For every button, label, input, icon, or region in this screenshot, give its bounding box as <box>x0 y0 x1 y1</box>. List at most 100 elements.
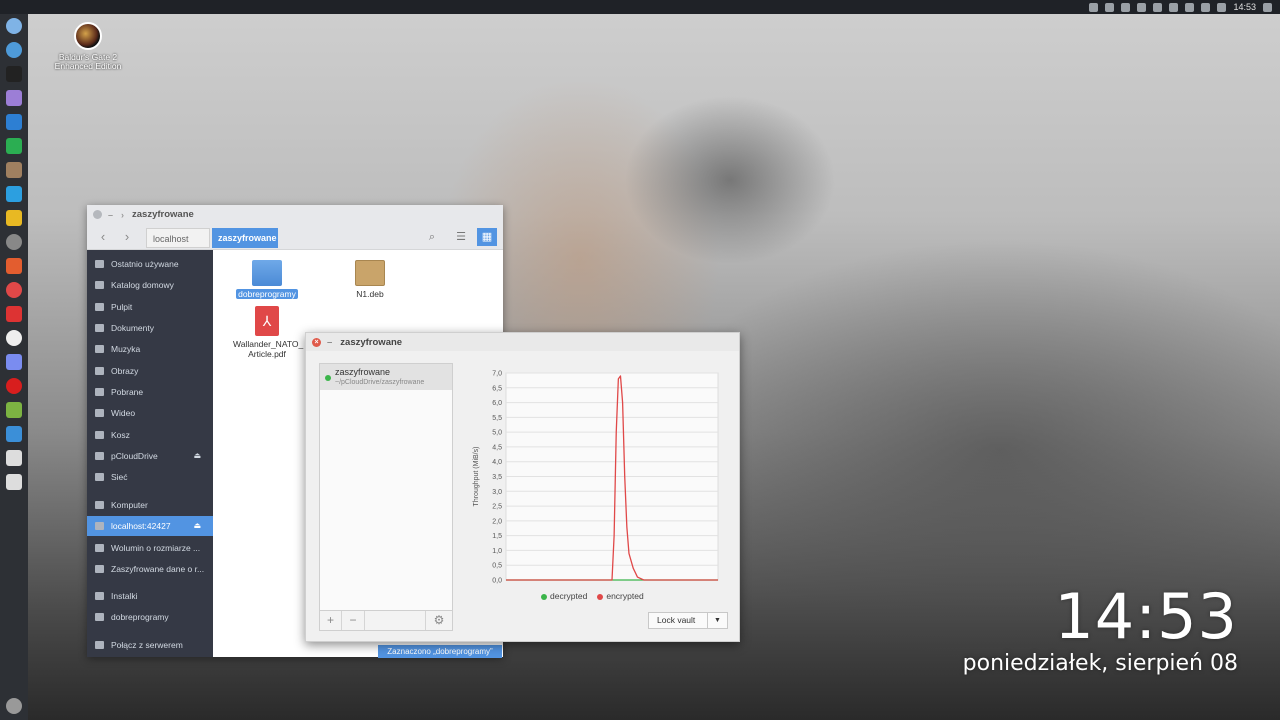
vault-window: × – zaszyfrowane zaszyfrowane ~/pCloudDr… <box>305 332 740 642</box>
back-button[interactable]: ‹ <box>93 228 113 246</box>
gear-icon[interactable]: ⚙ <box>425 611 452 630</box>
file-item-pdf[interactable]: ⅄ Wallander_NATO_ Article.pdf <box>231 306 303 359</box>
keyboard-layout-icon[interactable] <box>1201 2 1211 12</box>
android-icon[interactable] <box>6 402 22 418</box>
server-icon <box>95 641 104 649</box>
sidebar-item-dobreprogramy[interactable]: dobreprogramy <box>87 607 213 627</box>
game-icon <box>74 22 102 50</box>
usb-drive-2-icon[interactable] <box>6 474 22 490</box>
list-view-icon[interactable]: ☰ <box>451 228 471 246</box>
remove-vault-button[interactable]: − <box>342 611 365 630</box>
search-icon[interactable]: ⌕ <box>422 228 442 246</box>
y-tick-label: 1,0 <box>492 548 502 555</box>
minimize-icon[interactable]: – <box>327 337 332 348</box>
forward-button[interactable]: › <box>117 228 137 246</box>
window-titlebar[interactable]: – › zaszyfrowane <box>87 205 503 224</box>
file-item-dobreprogramy[interactable]: dobreprogramy <box>231 260 303 299</box>
sidebar-item-dokumenty[interactable]: Dokumenty <box>87 318 213 338</box>
trash-icon[interactable] <box>6 698 22 714</box>
usb-drive-icon[interactable] <box>6 450 22 466</box>
trash-icon <box>95 431 104 439</box>
maximize-icon[interactable]: › <box>121 210 124 220</box>
sidebar-item-pclouddrive[interactable]: pCloudDrive ⏏ <box>87 446 213 466</box>
eject-icon[interactable]: ⏏ <box>193 516 201 536</box>
sidebar-item-obrazy[interactable]: Obrazy <box>87 361 213 381</box>
vault-window-title: zaszyfrowane <box>340 336 403 348</box>
software-icon[interactable] <box>6 210 22 226</box>
status-bar: Zaznaczono „dobreprogramy” <box>378 645 502 658</box>
wifi-icon[interactable] <box>1169 2 1179 12</box>
eject-icon[interactable]: ⏏ <box>193 446 201 466</box>
inkscape-icon[interactable] <box>6 330 22 346</box>
sidebar-item-komputer[interactable]: Komputer <box>87 495 213 515</box>
window-title: zaszyfrowane <box>132 209 194 220</box>
files-icon[interactable] <box>6 90 22 106</box>
chrome-icon[interactable] <box>6 42 22 58</box>
chevron-down-icon[interactable]: ▼ <box>707 613 727 628</box>
sidebar-item-pulpit[interactable]: Pulpit <box>87 297 213 317</box>
breadcrumb-current[interactable]: zaszyfrowane <box>212 228 278 248</box>
sidebar-item-ostatnio-u-ywane[interactable]: Ostatnio używane <box>87 254 213 274</box>
file-item-n1-deb[interactable]: N1.deb <box>334 260 406 299</box>
sidebar-item-instalki[interactable]: Instalki <box>87 586 213 606</box>
breadcrumb-localhost[interactable]: localhost (dav) <box>146 228 210 264</box>
desktop-clock: 14:53 <box>1054 580 1238 653</box>
vault-list-item[interactable]: zaszyfrowane ~/pCloudDrive/zaszyfrowane <box>320 364 452 390</box>
volume-icon[interactable] <box>1217 2 1227 12</box>
gear-icon[interactable] <box>6 234 22 250</box>
settings-icon[interactable] <box>1153 2 1163 12</box>
camera-icon[interactable] <box>6 426 22 442</box>
bluetooth-icon[interactable] <box>1137 2 1147 12</box>
archive-icon[interactable] <box>6 162 22 178</box>
mail-icon[interactable] <box>6 282 22 298</box>
home-icon <box>95 281 104 289</box>
desktop-icon-baldurs-gate[interactable]: Baldur's Gate 2 Enhanced Edition <box>52 22 124 71</box>
documents-icon <box>95 324 104 332</box>
sidebar-item-wolumin-o-rozmiarze[interactable]: Wolumin o rozmiarze ... <box>87 538 213 558</box>
network-icon <box>95 473 104 481</box>
drive-icon <box>95 544 104 552</box>
calc-icon[interactable] <box>6 138 22 154</box>
top-panel: 14:53 <box>0 0 1280 14</box>
close-icon[interactable]: × <box>312 337 321 347</box>
sidebar-item-localhost-42427[interactable]: localhost:42427 ⏏ <box>87 516 213 536</box>
notes-icon[interactable] <box>6 354 22 370</box>
lock-vault-button[interactable]: Lock vault ▼ <box>648 612 728 629</box>
grid-view-icon[interactable]: ▦ <box>477 228 497 246</box>
sidebar-item-wideo[interactable]: Wideo <box>87 403 213 423</box>
y-axis-label: Throughput (MiB/s) <box>473 447 480 507</box>
close-icon[interactable] <box>93 210 102 219</box>
opera-icon[interactable] <box>6 378 22 394</box>
sidebar-item-zaszyfrowane-dane-o-r[interactable]: Zaszyfrowane dane o r... <box>87 559 213 579</box>
store-icon[interactable] <box>6 258 22 274</box>
clock-icon <box>95 260 104 268</box>
y-tick-label: 4,0 <box>492 459 502 466</box>
minimize-icon[interactable]: – <box>108 210 113 220</box>
folder-icon <box>95 592 104 600</box>
sidebar-item-pobrane[interactable]: Pobrane <box>87 382 213 402</box>
clipboard-icon[interactable] <box>1121 2 1131 12</box>
network-drive-icon <box>95 522 104 530</box>
mail-icon[interactable] <box>1185 2 1195 12</box>
add-vault-button[interactable]: + <box>320 611 342 630</box>
writer-icon[interactable] <box>6 114 22 130</box>
vault-titlebar[interactable]: × – zaszyfrowane <box>306 333 739 351</box>
desktop-icon <box>95 303 104 311</box>
panel-clock[interactable]: 14:53 <box>1233 2 1256 12</box>
toolbox-icon[interactable] <box>6 306 22 322</box>
y-tick-label: 3,0 <box>492 489 502 496</box>
cloud-icon[interactable] <box>1105 2 1115 12</box>
sidebar-item-muzyka[interactable]: Muzyka <box>87 339 213 359</box>
launcher-icon[interactable] <box>6 18 22 34</box>
terminal-icon[interactable] <box>6 66 22 82</box>
computer-icon <box>95 501 104 509</box>
sidebar-item-po-cz-z-serwerem[interactable]: Połącz z serwerem <box>87 635 213 655</box>
y-tick-label: 6,5 <box>492 385 502 392</box>
sidebar-item-sie[interactable]: Sieć <box>87 467 213 487</box>
chart-legend: decrypted encrypted <box>541 591 644 601</box>
sidebar-item-kosz[interactable]: Kosz <box>87 425 213 445</box>
code-icon[interactable] <box>6 186 22 202</box>
power-icon[interactable] <box>1263 2 1272 12</box>
app-indicator-icon[interactable] <box>1089 2 1099 12</box>
sidebar-item-katalog-domowy[interactable]: Katalog domowy <box>87 275 213 295</box>
